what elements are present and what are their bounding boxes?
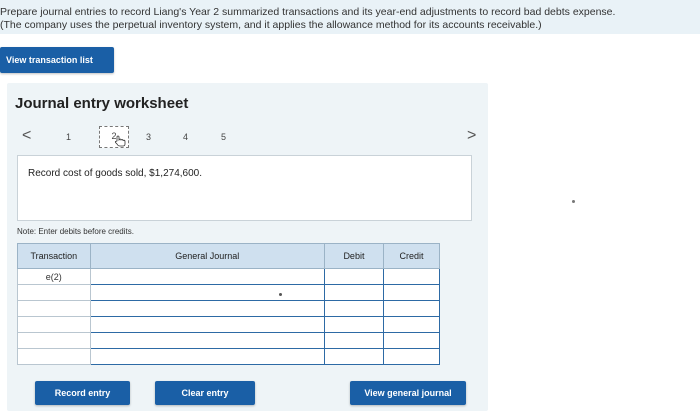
clear-entry-button[interactable]: Clear entry: [155, 381, 255, 405]
journal-entry-worksheet: Journal entry worksheet < 1 2 3 4 5 > Re…: [7, 83, 488, 411]
credit-input[interactable]: [383, 332, 440, 349]
worksheet-title: Journal entry worksheet: [15, 95, 189, 112]
view-general-journal-button[interactable]: View general journal: [350, 381, 466, 405]
debit-input[interactable]: [323, 300, 385, 317]
journal-table: Transaction General Journal Debit Credit…: [17, 243, 440, 365]
page-navigator: < 1 2 3 4 5 >: [19, 123, 484, 153]
table-row: [17, 348, 440, 365]
debit-input[interactable]: [323, 268, 385, 285]
prev-page-icon[interactable]: <: [22, 127, 31, 145]
header-debit: Debit: [323, 243, 385, 269]
record-entry-button[interactable]: Record entry: [35, 381, 130, 405]
credit-input[interactable]: [383, 284, 440, 301]
page-3[interactable]: 3: [146, 132, 151, 142]
transaction-cell: [17, 300, 91, 317]
transaction-cell: [17, 316, 91, 333]
account-input[interactable]: [89, 332, 325, 349]
transaction-description-box: Record cost of goods sold, $1,274,600.: [17, 155, 472, 221]
credit-input[interactable]: [383, 348, 440, 365]
table-row: [17, 284, 440, 301]
header-general-journal: General Journal: [89, 243, 325, 269]
debit-input[interactable]: [323, 284, 385, 301]
next-page-icon[interactable]: >: [467, 127, 476, 145]
note-text: Note: Enter debits before credits.: [17, 227, 134, 236]
transaction-cell: [17, 332, 91, 349]
page-1[interactable]: 1: [66, 132, 71, 142]
instructions-line-1: Prepare journal entries to record Liang'…: [0, 6, 616, 18]
table-row: e(2): [17, 268, 440, 285]
transaction-cell: [17, 348, 91, 365]
instructions-line-2: (The company uses the perpetual inventor…: [0, 19, 542, 31]
account-input[interactable]: [89, 348, 325, 365]
account-input[interactable]: [89, 284, 325, 301]
credit-input[interactable]: [383, 316, 440, 333]
debit-input[interactable]: [323, 332, 385, 349]
debit-input[interactable]: [323, 348, 385, 365]
mouse-pointer-dot: [279, 293, 282, 296]
credit-input[interactable]: [383, 268, 440, 285]
page-5[interactable]: 5: [221, 132, 226, 142]
transaction-cell: [17, 284, 91, 301]
credit-input[interactable]: [383, 300, 440, 317]
table-row: [17, 300, 440, 317]
account-input[interactable]: [89, 316, 325, 333]
page-4[interactable]: 4: [183, 132, 188, 142]
table-row: [17, 316, 440, 333]
table-row: [17, 332, 440, 349]
stray-dot: [572, 200, 575, 203]
account-input[interactable]: [89, 300, 325, 317]
transaction-description: Record cost of goods sold, $1,274,600.: [28, 168, 203, 179]
header-transaction: Transaction: [17, 243, 91, 269]
account-input[interactable]: [89, 268, 325, 285]
transaction-cell: e(2): [17, 268, 91, 285]
hand-cursor-icon: [114, 135, 126, 147]
header-credit: Credit: [383, 243, 440, 269]
debit-input[interactable]: [323, 316, 385, 333]
view-transaction-list-button[interactable]: View transaction list: [0, 47, 114, 73]
instructions-banner: Prepare journal entries to record Liang'…: [0, 0, 700, 34]
